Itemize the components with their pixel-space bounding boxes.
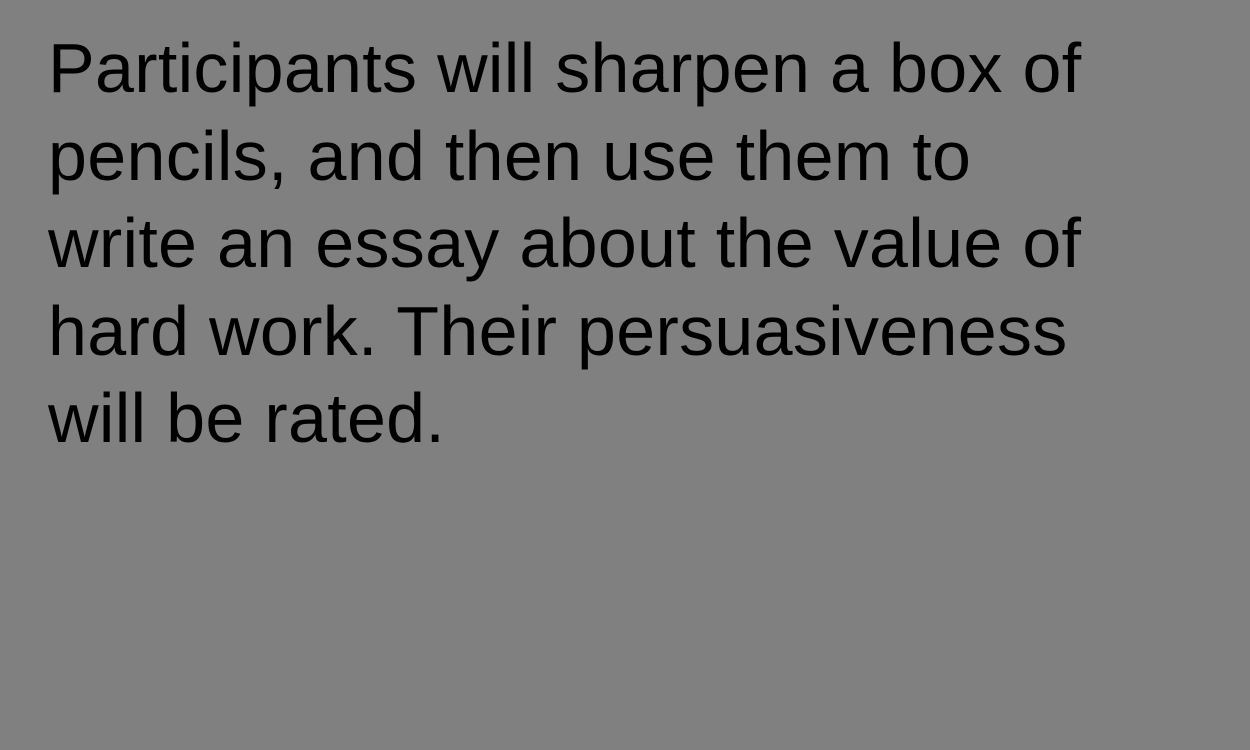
stimulus-text: Participants will sharpen a box of penci… — [48, 25, 1228, 463]
stimulus-line: pencils, and then use them to — [48, 116, 972, 195]
stimulus-screen: Participants will sharpen a box of penci… — [0, 0, 1250, 750]
stimulus-line: hard work. Their persuasiveness — [48, 291, 1068, 370]
stimulus-line: will be rated. — [48, 379, 446, 457]
stimulus-line: Participants will sharpen a box of — [48, 29, 1082, 107]
stimulus-line: write an essay about the value of — [48, 204, 1082, 282]
